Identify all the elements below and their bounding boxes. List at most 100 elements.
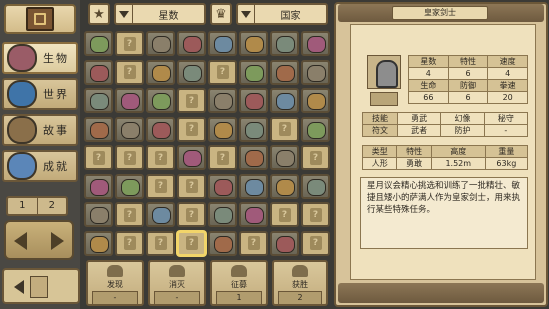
creature-card[interactable] xyxy=(208,116,237,142)
tab-story[interactable]: 故事 xyxy=(2,114,78,146)
locked-creature-card[interactable]: ? xyxy=(115,59,144,85)
creature-portrait-icon xyxy=(183,150,202,167)
creature-card[interactable] xyxy=(146,202,175,227)
locked-creature-card[interactable]: ? xyxy=(115,230,144,256)
zoom-icon[interactable] xyxy=(370,92,398,106)
creature-card[interactable] xyxy=(301,59,330,85)
creature-card[interactable] xyxy=(146,59,175,85)
locked-creature-card[interactable]: ? xyxy=(208,59,237,85)
star-filter-dropdown[interactable]: 星数 xyxy=(114,3,206,25)
page-1-button[interactable]: 1 xyxy=(8,198,37,214)
creature-card[interactable] xyxy=(177,31,206,56)
locked-creature-card[interactable]: ? xyxy=(301,230,330,256)
creature-card[interactable] xyxy=(84,31,113,56)
question-mark-icon: ? xyxy=(92,150,105,165)
header-trait: 特性 xyxy=(396,145,432,158)
tab-world[interactable]: 世界 xyxy=(2,78,78,110)
creature-card[interactable] xyxy=(146,88,175,113)
creature-card[interactable] xyxy=(146,31,175,56)
creature-card[interactable] xyxy=(239,59,268,85)
creature-card[interactable] xyxy=(270,230,299,256)
locked-creature-card[interactable]: ? xyxy=(301,145,330,170)
creature-card[interactable] xyxy=(270,173,299,199)
header-height: 高度 xyxy=(430,145,486,158)
locked-creature-card[interactable]: ? xyxy=(146,145,175,170)
locked-creature-card[interactable]: ? xyxy=(177,202,206,227)
creature-card[interactable] xyxy=(177,59,206,85)
creature-card[interactable] xyxy=(146,116,175,142)
creature-card[interactable] xyxy=(239,88,268,113)
creature-card[interactable] xyxy=(270,88,299,113)
creature-card[interactable] xyxy=(115,88,144,113)
creature-card[interactable] xyxy=(301,31,330,56)
creature-portrait-icon xyxy=(245,64,264,82)
creature-card[interactable] xyxy=(84,173,113,199)
page-2-button[interactable]: 2 xyxy=(36,198,67,214)
creature-portrait-icon xyxy=(152,93,171,110)
locked-creature-card[interactable]: ? xyxy=(115,31,144,56)
prev-page-icon[interactable] xyxy=(14,232,27,250)
creature-card[interactable] xyxy=(270,145,299,170)
stat-value: - xyxy=(154,291,200,305)
creature-card[interactable] xyxy=(270,59,299,85)
creature-card[interactable] xyxy=(84,59,113,85)
creature-card[interactable] xyxy=(208,88,237,113)
creature-card[interactable] xyxy=(301,116,330,142)
stat-value: 1 xyxy=(216,291,262,305)
creature-card[interactable] xyxy=(208,173,237,199)
creature-portrait-icon xyxy=(90,207,109,224)
locked-creature-card[interactable]: ? xyxy=(84,145,113,170)
creature-card[interactable] xyxy=(239,116,268,142)
locked-creature-card[interactable]: ? xyxy=(177,88,206,113)
locked-creature-card[interactable]: ? xyxy=(115,145,144,170)
creature-card[interactable] xyxy=(177,145,206,170)
locked-creature-card[interactable]: ? xyxy=(115,202,144,227)
tab-achievements[interactable]: 成就 xyxy=(2,150,78,182)
stat-destroyed: 消灭 - xyxy=(148,260,206,306)
question-mark-icon: ? xyxy=(185,122,198,136)
page-selector: 1 2 xyxy=(6,196,68,216)
codex-book-button[interactable] xyxy=(4,4,76,34)
next-page-icon[interactable] xyxy=(51,232,64,250)
question-mark-icon: ? xyxy=(123,150,136,165)
question-mark-icon: ? xyxy=(309,207,322,222)
back-button[interactable] xyxy=(2,268,80,304)
creature-card[interactable] xyxy=(239,173,268,199)
locked-creature-card[interactable]: ? xyxy=(146,173,175,199)
creature-card[interactable] xyxy=(115,173,144,199)
creature-card[interactable] xyxy=(208,230,237,256)
locked-creature-card[interactable]: ? xyxy=(301,202,330,227)
locked-creature-card[interactable]: ? xyxy=(177,116,206,142)
locked-creature-card[interactable]: ? xyxy=(146,230,175,256)
value-stars: 4 xyxy=(408,67,449,80)
creature-card[interactable] xyxy=(208,31,237,56)
locked-creature-card[interactable]: ? xyxy=(208,145,237,170)
creature-card[interactable] xyxy=(84,230,113,256)
creature-card[interactable] xyxy=(84,116,113,142)
creature-card[interactable] xyxy=(208,202,237,227)
creature-card[interactable] xyxy=(115,116,144,142)
locked-creature-card[interactable]: ? xyxy=(270,202,299,227)
locked-creature-card[interactable]: ? xyxy=(177,173,206,199)
tab-label: 成就 xyxy=(43,160,69,173)
locked-creature-card[interactable]: ? xyxy=(270,116,299,142)
creature-card[interactable] xyxy=(301,173,330,199)
creature-name: 皇家剑士 xyxy=(392,6,488,20)
creature-portrait-icon xyxy=(214,207,233,224)
creature-card[interactable] xyxy=(239,145,268,170)
creature-card[interactable] xyxy=(239,31,268,56)
creature-portrait-icon xyxy=(245,178,264,196)
value-hp: 66 xyxy=(408,91,449,104)
creature-card[interactable] xyxy=(239,202,268,227)
creature-portrait-icon xyxy=(90,121,109,139)
creature-card[interactable] xyxy=(270,31,299,56)
creature-card[interactable] xyxy=(84,88,113,113)
nation-filter-dropdown[interactable]: 国家 xyxy=(236,3,328,25)
creature-card[interactable] xyxy=(84,202,113,227)
locked-creature-card[interactable]: ? xyxy=(239,230,268,256)
tab-creatures[interactable]: 生物 xyxy=(2,42,78,74)
locked-creature-card[interactable]: ? xyxy=(177,230,206,256)
header-fist: 拳速 xyxy=(487,79,528,92)
stats-table-type: 类型 特性 高度 重量 人形 勇敢 1.52m 63kg xyxy=(361,145,529,170)
creature-card[interactable] xyxy=(301,88,330,113)
